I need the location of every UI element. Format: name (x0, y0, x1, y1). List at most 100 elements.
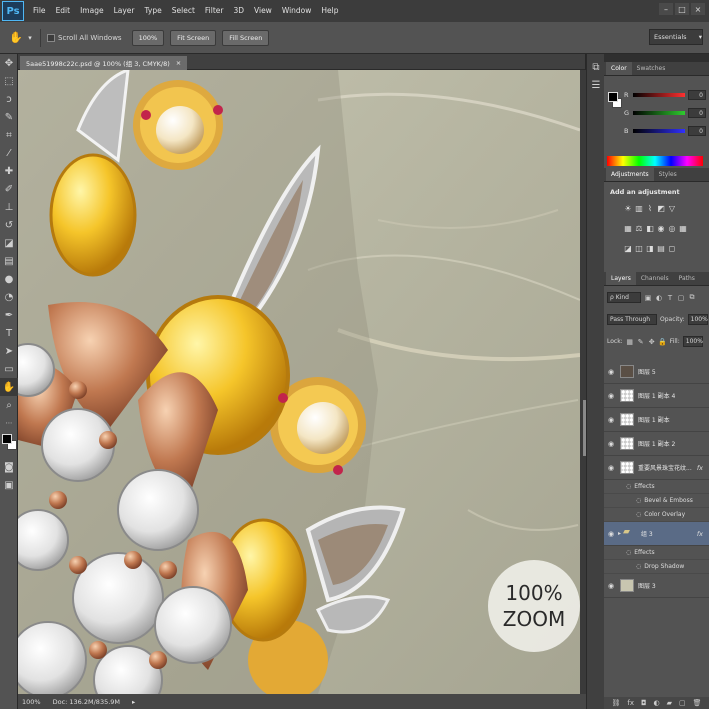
pen-tool-icon[interactable]: ✒ (0, 306, 18, 324)
foreground-color[interactable] (2, 434, 12, 444)
visibility-eye-icon[interactable]: ◉ (604, 368, 618, 376)
tab-styles[interactable]: Styles (654, 168, 682, 181)
layer-effects-icon[interactable]: fx (697, 464, 703, 472)
more-tools-icon[interactable]: ⋯ (0, 414, 18, 432)
visibility-eye-icon[interactable]: ◉ (604, 416, 618, 424)
opacity-input[interactable]: 100% (687, 314, 708, 325)
red-slider[interactable] (633, 93, 685, 97)
checkbox-box[interactable] (47, 33, 55, 42)
new-group-icon[interactable]: ▰ (667, 699, 672, 707)
smart-object-filter-icon[interactable]: ⧉ (688, 293, 696, 302)
effects-row[interactable]: ◌ Effects (604, 546, 709, 560)
visibility-eye-icon[interactable]: ◌ (626, 549, 631, 556)
invert-icon[interactable]: ◪ (624, 244, 632, 253)
tab-swatches[interactable]: Swatches (632, 62, 671, 75)
layer-row[interactable]: ◉ 图层 5 (604, 360, 709, 384)
menu-edit[interactable]: Edit (51, 0, 76, 22)
visibility-eye-icon[interactable]: ◉ (604, 464, 618, 472)
effect-row[interactable]: ◌ Bevel & Emboss (604, 494, 709, 508)
zoom-tool-icon[interactable]: ⌕ (0, 396, 18, 414)
crop-tool-icon[interactable]: ⌗ (0, 126, 18, 144)
pixel-filter-icon[interactable]: ▣ (644, 294, 652, 302)
visibility-eye-icon[interactable]: ◉ (604, 392, 618, 400)
menu-image[interactable]: Image (75, 0, 109, 22)
dodge-tool-icon[interactable]: ◔ (0, 288, 18, 306)
maximize-button[interactable]: □ (675, 3, 689, 15)
exposure-icon[interactable]: ◩ (657, 204, 665, 213)
effect-row[interactable]: ◌ Color Overlay (604, 508, 709, 522)
layer-row[interactable]: ◉ 图层 3 (604, 574, 709, 598)
photo-filter-icon[interactable]: ◉ (657, 224, 665, 233)
quick-select-tool-icon[interactable]: ✎ (0, 108, 18, 126)
screen-mode-icon[interactable]: ▣ (0, 476, 18, 494)
type-tool-icon[interactable]: T (0, 324, 18, 342)
lock-all-icon[interactable]: 🔒 (658, 338, 667, 346)
link-layers-icon[interactable]: ⛓ (611, 699, 620, 707)
blur-tool-icon[interactable]: ● (0, 270, 18, 288)
status-menu-arrow-icon[interactable]: ▸ (132, 698, 135, 706)
layer-effects-icon[interactable]: fx (697, 530, 703, 538)
fill-input[interactable]: 100% (682, 336, 703, 347)
visibility-eye-icon[interactable]: ◉ (604, 582, 618, 590)
color-swatches[interactable] (0, 432, 17, 458)
color-lookup-icon[interactable]: ▦ (679, 224, 687, 233)
lasso-tool-icon[interactable]: ↄ (0, 90, 18, 108)
path-selection-tool-icon[interactable]: ➤ (0, 342, 18, 360)
effect-row[interactable]: ◌ Drop Shadow (604, 560, 709, 574)
tab-layers[interactable]: Layers (606, 272, 636, 285)
black-white-icon[interactable]: ◧ (646, 224, 654, 233)
menu-3d[interactable]: 3D (228, 0, 249, 22)
adjustment-filter-icon[interactable]: ◐ (655, 294, 663, 302)
green-value[interactable]: 0 (688, 108, 706, 118)
document-tab[interactable]: 5aae51998c22c.psd @ 100% (组 3, CMYK/8) × (20, 56, 188, 70)
menu-type[interactable]: Type (140, 0, 167, 22)
quick-mask-icon[interactable]: ◙ (0, 458, 18, 476)
blue-slider[interactable] (633, 129, 685, 133)
visibility-eye-icon[interactable]: ◌ (636, 563, 641, 570)
levels-icon[interactable]: ▥ (635, 204, 643, 213)
close-button[interactable]: × (691, 3, 705, 15)
lock-pixels-icon[interactable]: ✎ (637, 338, 645, 346)
posterize-icon[interactable]: ◫ (635, 244, 643, 253)
lock-position-icon[interactable]: ✥ (648, 338, 656, 346)
hand-tool-icon[interactable]: ✋ (6, 29, 26, 47)
tab-adjustments[interactable]: Adjustments (606, 168, 654, 181)
hand-tool-icon[interactable]: ✋ (0, 378, 18, 396)
zoom-100-button[interactable]: 100% (131, 29, 165, 46)
red-value[interactable]: 0 (688, 90, 706, 100)
brightness-contrast-icon[interactable]: ☀ (624, 204, 632, 213)
eraser-tool-icon[interactable]: ◪ (0, 234, 18, 252)
layer-row[interactable]: ◉ 图层 1 副本 4 (604, 384, 709, 408)
history-panel-icon[interactable]: ⧉ (587, 58, 605, 76)
move-tool-icon[interactable]: ✥ (0, 54, 18, 72)
menu-file[interactable]: File (28, 0, 51, 22)
layer-row[interactable]: ◉ 图层 1 副本 (604, 408, 709, 432)
threshold-icon[interactable]: ◨ (646, 244, 654, 253)
green-slider[interactable] (633, 111, 685, 115)
foreground-color[interactable] (608, 92, 618, 102)
brush-tool-icon[interactable]: ✐ (0, 180, 18, 198)
color-balance-icon[interactable]: ⚖ (635, 224, 643, 233)
layer-group-row[interactable]: ◉ ▸ ▰ 组 3 fx (604, 522, 709, 546)
menu-window[interactable]: Window (277, 0, 317, 22)
menu-select[interactable]: Select (167, 0, 200, 22)
tool-preset-chevron-icon[interactable]: ▾ (26, 29, 34, 47)
blend-mode-select[interactable]: Pass Through (607, 314, 657, 325)
menu-help[interactable]: Help (316, 0, 343, 22)
clone-stamp-tool-icon[interactable]: ⊥ (0, 198, 18, 216)
selective-color-icon[interactable]: ◻ (668, 244, 676, 253)
channel-mixer-icon[interactable]: ◎ (668, 224, 676, 233)
status-zoom[interactable]: 100% (22, 698, 41, 706)
tab-paths[interactable]: Paths (674, 272, 700, 285)
visibility-eye-icon[interactable]: ◌ (636, 511, 641, 518)
lock-transparency-icon[interactable]: ▦ (626, 338, 634, 346)
menu-layer[interactable]: Layer (109, 0, 140, 22)
menu-filter[interactable]: Filter (200, 0, 229, 22)
shape-filter-icon[interactable]: ▢ (677, 294, 685, 302)
workspace-select[interactable]: Essentials ▾ (649, 29, 703, 45)
layer-kind-filter[interactable]: ρ Kind (607, 292, 641, 303)
properties-panel-icon[interactable]: ☰ (587, 76, 605, 94)
gradient-map-icon[interactable]: ▤ (657, 244, 665, 253)
tab-channels[interactable]: Channels (636, 272, 674, 285)
visibility-eye-icon[interactable]: ◉ (604, 530, 618, 538)
